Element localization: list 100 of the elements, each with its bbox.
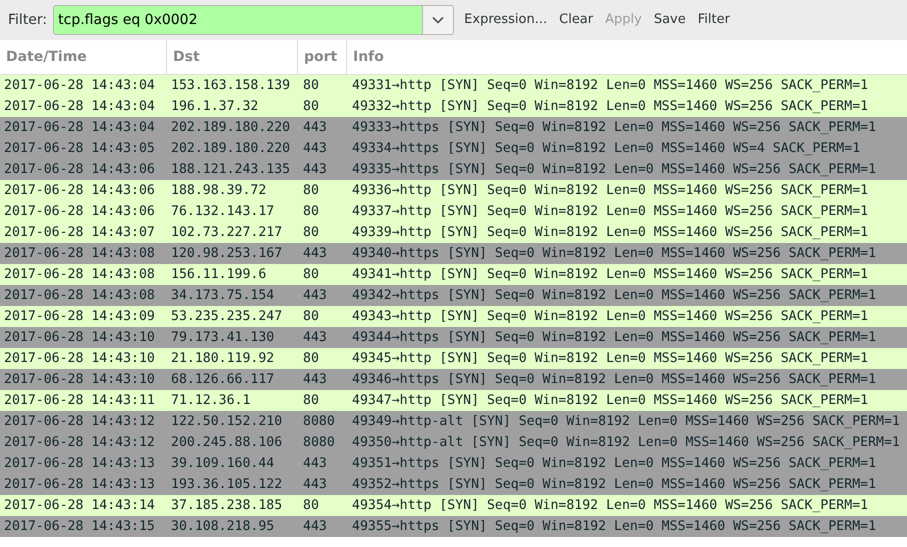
table-cell-text: 2017-06-28 14:43:14	[3, 497, 156, 515]
table-cell-text: 49355→https [SYN] Seq=0 Win=8192 Len=0 MSS=1460 WS=256 SACK_PERM=1	[351, 518, 878, 536]
table-cell-text: 202.189.180.220	[170, 119, 292, 137]
table-cell-text: 2017-06-28 14:43:08	[3, 245, 156, 263]
packet-row[interactable]: 2017-06-28 14:43:14 37.185.238.185 80 49354→http [SYN] Seq=0 Win=8192 Len=0 MSS=1460 WS=256 SACK_PERM=1	[0, 495, 907, 516]
packet-row[interactable]: 2017-06-28 14:43:08 34.173.75.154 443 49342→https [SYN] Seq=0 Win=8192 Len=0 MSS=1460 WS=256 SACK_PERM=1	[0, 285, 907, 306]
table-cell-text: 188.121.243.135	[170, 161, 292, 179]
table-cell-text: 443	[302, 329, 328, 347]
packet-row[interactable]: 2017-06-28 14:43:11 71.12.36.1 80 49347→http [SYN] Seq=0 Win=8192 Len=0 MSS=1460 WS=256 SACK_PERM=1	[0, 390, 907, 411]
table-cell-text: 79.173.41.130	[170, 329, 276, 347]
table-cell-text: 2017-06-28 14:43:12	[3, 413, 156, 431]
table-cell-text: 49335→https [SYN] Seq=0 Win=8192 Len=0 MSS=1460 WS=256 SACK_PERM=1	[351, 161, 878, 179]
dropdown-button[interactable]	[422, 5, 454, 35]
packet-row[interactable]: 2017-06-28 14:43:06 188.98.39.72 80 49336→http [SYN] Seq=0 Win=8192 Len=0 MSS=1460 WS=256 SACK_PERM=1	[0, 180, 907, 201]
table-cell-text: 8080	[302, 434, 336, 452]
packet-row[interactable]: 2017-06-28 14:43:06 188.121.243.135 443 49335→https [SYN] Seq=0 Win=8192 Len=0 MSS=1460 WS=256 SACK_PERM=1	[0, 159, 907, 180]
table-cell-text: 443	[302, 119, 328, 137]
table-cell-text: 443	[302, 245, 328, 263]
table-cell-text: 49340→https [SYN] Seq=0 Win=8192 Len=0 MSS=1460 WS=256 SACK_PERM=1	[351, 245, 878, 263]
table-cell-text: 443	[302, 455, 328, 473]
packet-row[interactable]: 2017-06-28 14:43:08 120.98.253.167 443 49340→https [SYN] Seq=0 Win=8192 Len=0 MSS=1460 WS=256 SACK_PERM=1	[0, 243, 907, 264]
table-cell-text: 49350→http-alt [SYN] Seq=0 Win=8192 Len=0 MSS=1460 WS=256 SACK_PERM=1	[351, 434, 901, 452]
packet-row[interactable]: 2017-06-28 14:43:12 200.245.88.106 8080 49350→http-alt [SYN] Seq=0 Win=8192 Len=0 MSS=1460 WS=256 SACK_PERM=1	[0, 432, 907, 453]
table-cell-text: 196.1.37.32	[170, 98, 260, 116]
table-cell-text: 80	[302, 497, 320, 515]
column-header[interactable]: Info	[347, 40, 907, 74]
table-cell-text: 49337→http [SYN] Seq=0 Win=8192 Len=0 MSS=1460 WS=256 SACK_PERM=1	[351, 203, 870, 221]
toolbar-button[interactable]: Clear	[553, 10, 600, 30]
table-cell-text: 2017-06-28 14:43:08	[3, 287, 156, 305]
packet-row[interactable]: 2017-06-28 14:43:05 202.189.180.220 443 49334→https [SYN] Seq=0 Win=8192 Len=0 MSS=1460 WS=4 SACK_PERM=1	[0, 138, 907, 159]
packet-row[interactable]: 2017-06-28 14:43:10 21.180.119.92 80 49345→http [SYN] Seq=0 Win=8192 Len=0 MSS=1460 WS=256 SACK_PERM=1	[0, 348, 907, 369]
table-cell-text: 2017-06-28 14:43:04	[3, 98, 156, 116]
table-cell-text: 49346→https [SYN] Seq=0 Win=8192 Len=0 MSS=1460 WS=256 SACK_PERM=1	[351, 371, 878, 389]
packet-row[interactable]: 2017-06-28 14:43:06 76.132.143.17 80 49337→http [SYN] Seq=0 Win=8192 Len=0 MSS=1460 WS=256 SACK_PERM=1	[0, 201, 907, 222]
table-cell-text: 49341→http [SYN] Seq=0 Win=8192 Len=0 MSS=1460 WS=256 SACK_PERM=1	[351, 266, 870, 284]
chevron-down-icon	[432, 16, 444, 24]
table-cell-text: 2017-06-28 14:43:13	[3, 476, 156, 494]
table-cell-text: 49331→http [SYN] Seq=0 Win=8192 Len=0 MSS=1460 WS=256 SACK_PERM=1	[351, 77, 870, 95]
filter-field[interactable]: tcp.flags eq 0x0002	[53, 5, 422, 35]
table-cell-text: 49336→http [SYN] Seq=0 Win=8192 Len=0 MSS=1460 WS=256 SACK_PERM=1	[351, 182, 870, 200]
packet-row[interactable]: 2017-06-28 14:43:13 193.36.105.122 443 49352→https [SYN] Seq=0 Win=8192 Len=0 MSS=1460 WS=256 SACK_PERM=1	[0, 474, 907, 495]
packet-row[interactable]: 2017-06-28 14:43:13 39.109.160.44 443 49351→https [SYN] Seq=0 Win=8192 Len=0 MSS=1460 WS=256 SACK_PERM=1	[0, 453, 907, 474]
table-cell-text: 80	[302, 182, 320, 200]
packet-row[interactable]: 2017-06-28 14:43:10 68.126.66.117 443 49346→https [SYN] Seq=0 Win=8192 Len=0 MSS=1460 WS=256 SACK_PERM=1	[0, 369, 907, 390]
table-cell-text: 202.189.180.220	[170, 140, 292, 158]
table-cell-text: 443	[302, 371, 328, 389]
table-cell-text: 2017-06-28 14:43:10	[3, 371, 156, 389]
toolbar-button[interactable]: Filter	[692, 10, 736, 30]
table-cell-text: 39.109.160.44	[170, 455, 276, 473]
table-cell-text: 443	[302, 140, 328, 158]
table-cell-text: 53.235.235.247	[170, 308, 284, 326]
table-cell-text: 80	[302, 224, 320, 242]
table-cell-text: 443	[302, 476, 328, 494]
column-header[interactable]: Dst	[167, 40, 298, 74]
table-cell-text: 2017-06-28 14:43:10	[3, 329, 156, 347]
packet-row[interactable]: 2017-06-28 14:43:09 53.235.235.247 80 49343→http [SYN] Seq=0 Win=8192 Len=0 MSS=1460 WS=256 SACK_PERM=1	[0, 306, 907, 327]
table-cell-text: 80	[302, 98, 320, 116]
packet-row[interactable]: 2017-06-28 14:43:10 79.173.41.130 443 49344→https [SYN] Seq=0 Win=8192 Len=0 MSS=1460 WS=256 SACK_PERM=1	[0, 327, 907, 348]
table-cell-text: 30.108.218.95	[170, 518, 276, 536]
column-header[interactable]: Date/Time	[0, 40, 167, 74]
column-header[interactable]: port	[298, 40, 347, 74]
table-cell-text: 200.245.88.106	[170, 434, 284, 452]
toolbar-button[interactable]: Save	[648, 10, 692, 30]
packet-row[interactable]: 2017-06-28 14:43:04 153.163.158.139 80 49331→http [SYN] Seq=0 Win=8192 Len=0 MSS=1460 WS=256 SACK_PERM=1	[0, 75, 907, 96]
table-cell-text: 21.180.119.92	[170, 350, 276, 368]
table-cell-text: 2017-06-28 14:43:11	[3, 392, 156, 410]
packet-row[interactable]: 2017-06-28 14:43:08 156.11.199.6 80 49341→http [SYN] Seq=0 Win=8192 Len=0 MSS=1460 WS=256 SACK_PERM=1	[0, 264, 907, 285]
table-cell-text: 2017-06-28 14:43:09	[3, 308, 156, 326]
table-cell-text: 2017-06-28 14:43:06	[3, 182, 156, 200]
table-cell-text: 2017-06-28 14:43:10	[3, 350, 156, 368]
table-cell-text: 102.73.227.217	[170, 224, 284, 242]
table-cell-text: 80	[302, 266, 320, 284]
table-cell-text: 443	[302, 518, 328, 536]
table-cell-text: 122.50.152.210	[170, 413, 284, 431]
table-cell-text: 2017-06-28 14:43:04	[3, 119, 156, 137]
table-cell-text: 49333→https [SYN] Seq=0 Win=8192 Len=0 MSS=1460 WS=256 SACK_PERM=1	[351, 119, 878, 137]
filter-label: Filter:	[8, 10, 48, 30]
packet-row[interactable]: 2017-06-28 14:43:15 30.108.218.95 443 49355→https [SYN] Seq=0 Win=8192 Len=0 MSS=1460 WS=256 SACK_PERM=1	[0, 516, 907, 537]
table-cell-text: 49349→http-alt [SYN] Seq=0 Win=8192 Len=0 MSS=1460 WS=256 SACK_PERM=1	[351, 413, 901, 431]
packet-row[interactable]: 2017-06-28 14:43:04 196.1.37.32 80 49332→http [SYN] Seq=0 Win=8192 Len=0 MSS=1460 WS=256 SACK_PERM=1	[0, 96, 907, 117]
packet-row[interactable]: 2017-06-28 14:43:07 102.73.227.217 80 49339→http [SYN] Seq=0 Win=8192 Len=0 MSS=1460 WS=256 SACK_PERM=1	[0, 222, 907, 243]
table-cell-text: 443	[302, 161, 328, 179]
table-cell-text: 2017-06-28 14:43:13	[3, 455, 156, 473]
table-cell-text: 49339→http [SYN] Seq=0 Win=8192 Len=0 MSS=1460 WS=256 SACK_PERM=1	[351, 224, 870, 242]
table-cell-text: 120.98.253.167	[170, 245, 284, 263]
table-cell-text: 49332→http [SYN] Seq=0 Win=8192 Len=0 MSS=1460 WS=256 SACK_PERM=1	[351, 98, 870, 116]
table-cell-text: 80	[302, 308, 320, 326]
table-cell-text: 188.98.39.72	[170, 182, 268, 200]
table-cell-text: 2017-06-28 14:43:15	[3, 518, 156, 536]
table-cell-text: 49347→http [SYN] Seq=0 Win=8192 Len=0 MSS=1460 WS=256 SACK_PERM=1	[351, 392, 870, 410]
table-cell-text: 8080	[302, 413, 336, 431]
table-cell-text: 76.132.143.17	[170, 203, 276, 221]
table-cell-text: 49354→http [SYN] Seq=0 Win=8192 Len=0 MSS=1460 WS=256 SACK_PERM=1	[351, 497, 870, 515]
table-cell-text: 2017-06-28 14:43:04	[3, 77, 156, 95]
table-cell-text: 2017-06-28 14:43:07	[3, 224, 156, 242]
table-cell-text: 49334→https [SYN] Seq=0 Win=8192 Len=0 MSS=1460 WS=4 SACK_PERM=1	[351, 140, 862, 158]
packet-row[interactable]: 2017-06-28 14:43:12 122.50.152.210 8080 49349→http-alt [SYN] Seq=0 Win=8192 Len=0 MSS=1460 WS=256 SACK_PERM=1	[0, 411, 907, 432]
toolbar-button[interactable]: Expression...	[458, 10, 554, 30]
packet-row[interactable]: 2017-06-28 14:43:04 202.189.180.220 443 49333→https [SYN] Seq=0 Win=8192 Len=0 MSS=1460 WS=256 SACK_PERM=1	[0, 117, 907, 138]
table-cell-text: 49352→https [SYN] Seq=0 Win=8192 Len=0 MSS=1460 WS=256 SACK_PERM=1	[351, 476, 878, 494]
